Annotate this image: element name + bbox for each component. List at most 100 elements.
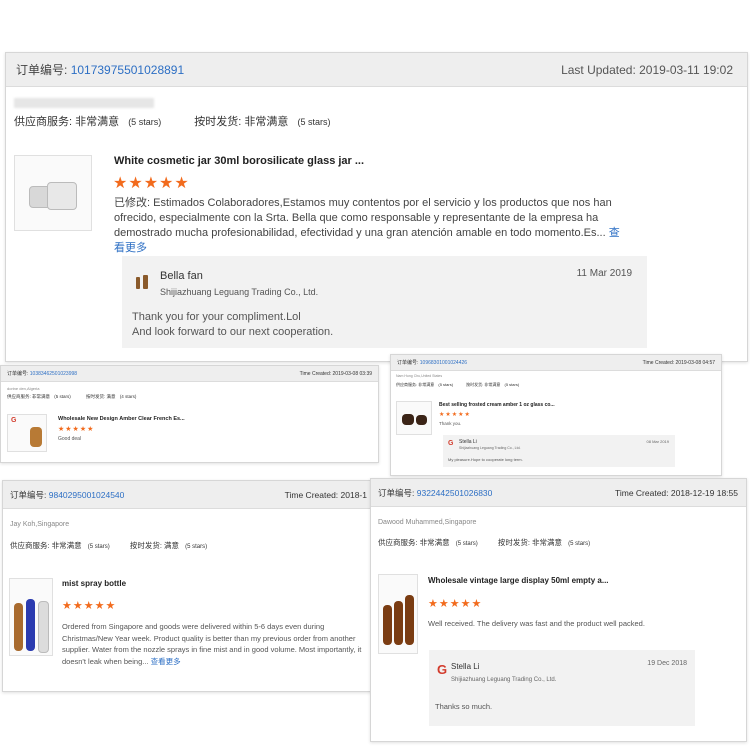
review-text-block: 已修改: Estimados Colaboradores,Estamos muy…: [114, 196, 624, 256]
time-created: Time Created: 2018-1: [284, 489, 367, 500]
reply-date: 11 Mar 2019: [576, 268, 632, 279]
order-header: 订单编号: 10968301001024426 Time Created: 20…: [391, 355, 721, 371]
order-number-group: 订单编号: 9322442501026830: [378, 487, 492, 499]
delivery-stars: (4 stars): [119, 394, 137, 399]
seller-reply: G Stella Li Shijiazhuang Leguang Trading…: [429, 650, 695, 726]
product-thumbnail[interactable]: [14, 155, 92, 231]
bottle-image: [14, 603, 23, 651]
review-card-5: 订单编号: 9322442501026830 Time Created: 201…: [370, 478, 747, 742]
jar-image: [47, 182, 77, 210]
reply-name: Stella Li: [459, 439, 477, 445]
time-created: Time Created: 2018-12-19 18:55: [614, 487, 738, 498]
supplier-service-rating: 供应商服务: 非常满意: [378, 538, 450, 547]
supplier-service-stars: (5 stars): [54, 394, 71, 399]
supplier-service-rating: 供应商服务: 非常满意: [7, 394, 50, 399]
order-number-group: 订单编号: 9840295001024540: [10, 489, 124, 501]
buyer-name: Nam Hung Chu,United States: [396, 374, 443, 378]
order-header: 订单编号: 9322442501026830 Time Created: 201…: [371, 479, 746, 507]
rating-stars: ★★★★★: [439, 412, 471, 418]
ratings-row: 供应商服务: 非常满意 (5 stars) 按时发货: 满意 (4 stars): [7, 394, 136, 400]
supplier-service-stars: (5 stars): [455, 541, 478, 547]
rating-stars: ★★★★★: [58, 426, 95, 433]
reply-line-1: Thank you for your compliment.Lol: [132, 311, 301, 323]
supplier-service-stars: (5 stars): [438, 382, 454, 387]
review-card-4: 订单编号: 9840295001024540 Time Created: 201…: [2, 480, 372, 692]
review-text-block: Ordered from Singapore and goods were de…: [62, 621, 364, 667]
review-text: Ordered from Singapore and goods were de…: [62, 622, 362, 666]
reply-date: 08 Mar 2019: [646, 439, 669, 444]
product-title[interactable]: Wholesale New Design Amber Clear French …: [58, 416, 185, 422]
review-text: Good deal: [58, 436, 82, 442]
supplier-service-stars: (5 stars): [128, 117, 162, 127]
reply-company: Shijiazhuang Leguang Trading Co., Ltd.: [451, 677, 557, 683]
logo-g-icon: G: [11, 417, 17, 424]
edited-label: 已修改:: [114, 197, 151, 209]
product-thumbnail[interactable]: [396, 401, 432, 435]
review-text: Well received. The delivery was fast and…: [428, 619, 645, 628]
reply-text: Thanks so much.: [435, 702, 493, 711]
order-number-link[interactable]: 10173975501028891: [71, 63, 184, 77]
product-title[interactable]: Wholesale vintage large display 50ml emp…: [428, 576, 609, 585]
product-thumbnail[interactable]: [378, 574, 418, 654]
rating-stars: ★★★★★: [428, 598, 483, 610]
delivery-rating: 按时发货: 非常满意: [194, 116, 289, 128]
review-text: Estimados Colaboradores,Estamos muy cont…: [114, 197, 612, 239]
order-number-link[interactable]: 10383462501023998: [30, 371, 77, 377]
delivery-rating: 按时发货: 非常满意: [466, 382, 501, 387]
reply-company: Shijiazhuang Leguang Trading Co., Ltd.: [459, 446, 521, 450]
jar-image: [416, 415, 427, 425]
supplier-service-rating: 供应商服务: 非常满意: [396, 382, 435, 387]
product-title[interactable]: mist spray bottle: [62, 579, 126, 588]
bottle-image: [394, 601, 403, 645]
delivery-stars: (5 stars): [185, 544, 208, 550]
order-header: 订单编号: 10173975501028891 Last Updated: 20…: [6, 53, 747, 87]
rating-stars: ★★★★★: [113, 175, 190, 192]
delivery-stars: (5 stars): [568, 541, 591, 547]
order-number-group: 订单编号: 10968301001024426: [397, 359, 467, 366]
delivery-rating: 按时发货: 满意: [86, 394, 116, 399]
seller-reply: G Stella Li Shijiazhuang Leguang Trading…: [443, 435, 675, 467]
order-number-link[interactable]: 10968301001024426: [420, 360, 467, 366]
jar-image: [402, 414, 414, 425]
reply-company: Shijiazhuang Leguang Trading Co., Ltd.: [160, 287, 319, 297]
time-created: Time Created: 2019-03-08 04:57: [642, 359, 715, 366]
buyer-name: Jay Koh,Singapore: [10, 521, 70, 528]
bottle-image: [383, 605, 392, 645]
bottle-image: [405, 595, 414, 645]
time-created: Time Created: 2019-03-08 03:39: [299, 370, 372, 377]
rating-stars: ★★★★★: [62, 600, 117, 612]
ratings-row: 供应商服务: 非常满意 (5 stars) 按时发货: 非常满意 (5 star…: [396, 382, 519, 388]
reply-date: 19 Dec 2018: [647, 660, 687, 667]
seller-reply: Bella fan Shijiazhuang Leguang Trading C…: [122, 256, 647, 348]
review-card-3: 订单编号: 10968301001024426 Time Created: 20…: [390, 354, 722, 476]
last-updated: Last Updated: 2019-03-11 19:02: [561, 62, 733, 77]
delivery-rating: 按时发货: 满意: [129, 541, 180, 550]
product-title[interactable]: Best selling frosted cream amber 1 oz gl…: [439, 402, 555, 408]
bottle-image: [38, 601, 49, 653]
review-text: Thank you.: [439, 421, 462, 426]
bottle-image: [30, 427, 42, 447]
logo-g-icon: G: [437, 662, 448, 677]
order-number-link[interactable]: 9840295001024540: [49, 490, 125, 500]
buyer-name-blurred: [14, 98, 154, 108]
buyer-name: dorine den,Algeria: [7, 386, 40, 391]
delivery-stars: (5 stars): [297, 117, 331, 127]
order-number-link[interactable]: 9322442501026830: [417, 488, 493, 498]
order-header: 订单编号: 10383462501023998 Time Created: 20…: [1, 366, 378, 382]
supplier-service-rating: 供应商服务: 非常满意: [10, 541, 82, 550]
see-more-link[interactable]: 查看更多: [151, 657, 181, 666]
order-label: 订单编号:: [16, 63, 68, 77]
order-label: 订单编号:: [7, 371, 29, 377]
buyer-name: Dawood Muhammed,Singapore: [378, 519, 477, 526]
order-label: 订单编号:: [397, 360, 419, 366]
product-thumbnail[interactable]: G: [7, 414, 47, 452]
supplier-service-stars: (5 stars): [87, 544, 110, 550]
product-thumbnail[interactable]: [9, 578, 53, 656]
reply-name: Bella fan: [160, 270, 203, 282]
logo-g-icon: G: [448, 440, 454, 447]
reply-line-2: And look forward to our next cooperation…: [132, 326, 334, 338]
product-title[interactable]: White cosmetic jar 30ml borosilicate gla…: [114, 155, 364, 167]
delivery-rating: 按时发货: 非常满意: [497, 538, 563, 547]
bottle-image: [26, 599, 35, 651]
ratings-row: 供应商服务: 非常满意 (5 stars) 按时发货: 非常满意 (5 star…: [14, 113, 330, 129]
